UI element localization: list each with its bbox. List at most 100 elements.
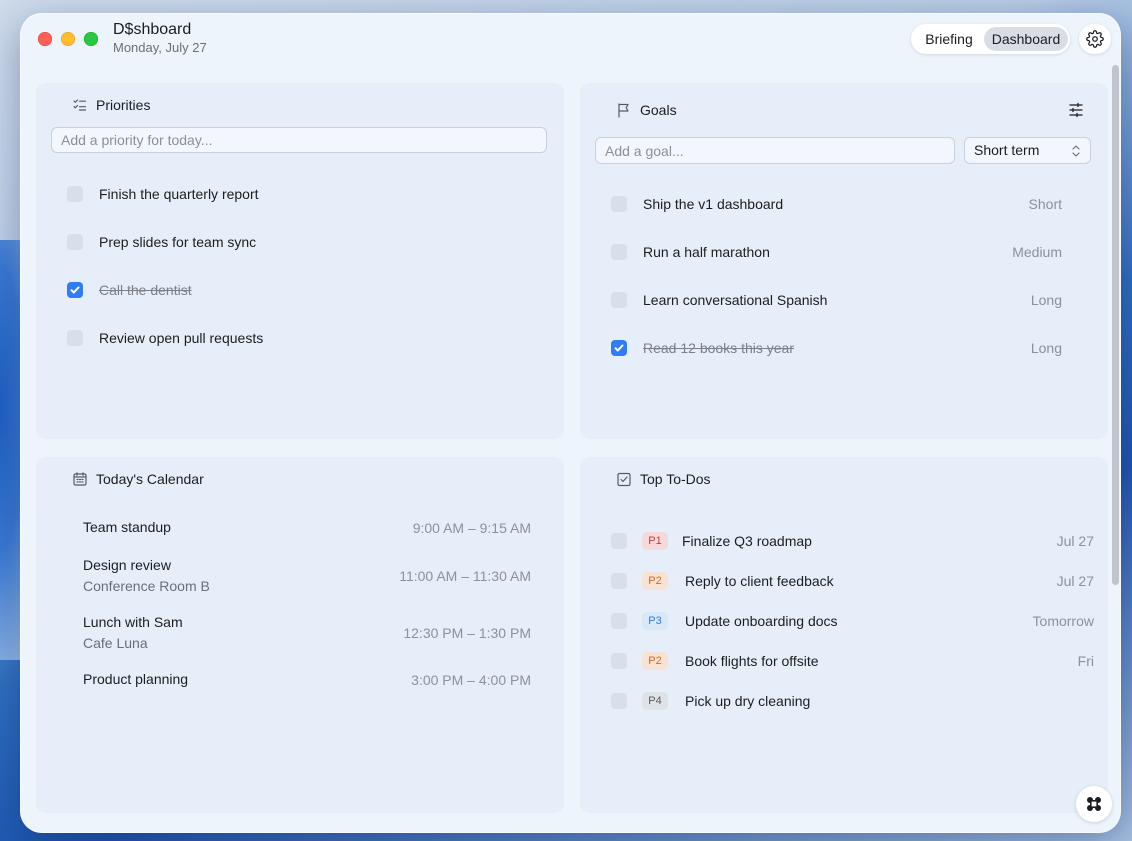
todo-checkbox[interactable] <box>611 573 627 589</box>
goal-text: Run a half marathon <box>643 244 770 260</box>
priority-badge: P2 <box>642 652 668 670</box>
todo-due: Fri <box>1077 653 1094 669</box>
priority-text: Finish the quarterly report <box>99 186 259 202</box>
goals-header: Goals <box>616 102 677 118</box>
priority-text: Call the dentist <box>99 282 192 298</box>
goal-term: Long <box>1030 340 1062 356</box>
todo-text: Finalize Q3 roadmap <box>682 533 812 549</box>
priority-checkbox[interactable] <box>67 282 83 298</box>
priority-badge: P1 <box>642 532 668 550</box>
priorities-panel: Priorities Finish the quarterly report P… <box>36 83 564 439</box>
goal-term-select[interactable]: Short term <box>964 137 1091 164</box>
goal-checkbox[interactable] <box>611 196 627 212</box>
goal-item: Run a half marathon Medium <box>580 240 1108 264</box>
sliders-icon <box>1069 102 1083 118</box>
briefing-tab[interactable]: Briefing <box>915 27 983 51</box>
view-switcher: Briefing Dashboard <box>911 24 1070 54</box>
titlebar: D$shboard Monday, July 27 Briefing Dashb… <box>20 13 1121 73</box>
calendar-event[interactable]: Product planning 3:00 PM – 4:00 PM <box>83 671 531 688</box>
priority-badge: P3 <box>642 612 668 630</box>
calendar-event[interactable]: Team standup 9:00 AM – 9:15 AM <box>83 519 531 536</box>
calendar-header: Today's Calendar <box>72 471 204 487</box>
event-time: 9:00 AM – 9:15 AM <box>412 520 531 536</box>
priority-item: Prep slides for team sync <box>36 230 564 254</box>
flag-icon <box>616 102 632 118</box>
todos-title: Top To-Dos <box>640 471 711 487</box>
checklist-icon <box>72 97 88 113</box>
goal-input[interactable] <box>595 137 955 164</box>
event-time: 12:30 PM – 1:30 PM <box>403 625 531 641</box>
goal-term: Long <box>1030 292 1062 308</box>
maximize-window-button[interactable] <box>84 32 98 46</box>
todo-text: Update onboarding docs <box>685 613 838 629</box>
goal-checkbox[interactable] <box>611 244 627 260</box>
calendar-panel: Today's Calendar Team standup 9:00 AM – … <box>36 457 564 813</box>
goal-text: Read 12 books this year <box>643 340 794 356</box>
todos-panel: Top To-Dos P1 Finalize Q3 roadmap Jul 27… <box>580 457 1108 813</box>
chevron-updown-icon <box>1072 145 1080 157</box>
close-window-button[interactable] <box>38 32 52 46</box>
goal-item: Read 12 books this year Long <box>580 336 1108 360</box>
priority-checkbox[interactable] <box>67 330 83 346</box>
priority-text: Review open pull requests <box>99 330 264 346</box>
event-time: 11:00 AM – 11:30 AM <box>399 568 531 584</box>
goal-term: Short <box>1028 196 1062 212</box>
todo-text: Reply to client feedback <box>685 573 834 589</box>
scrollbar[interactable] <box>1112 65 1119 585</box>
todo-text: Pick up dry cleaning <box>685 693 811 709</box>
priority-text: Prep slides for team sync <box>99 234 257 250</box>
priority-item: Review open pull requests <box>36 326 564 350</box>
minimize-window-button[interactable] <box>61 32 75 46</box>
todo-checkbox[interactable] <box>611 613 627 629</box>
priority-badge: P2 <box>642 572 668 590</box>
todo-due: Jul 27 <box>1056 533 1094 549</box>
goal-text: Ship the v1 dashboard <box>643 196 784 212</box>
priority-checkbox[interactable] <box>67 234 83 250</box>
todo-due: Tomorrow <box>1032 613 1094 629</box>
command-button[interactable] <box>1076 786 1112 822</box>
gear-icon <box>1086 30 1104 48</box>
calendar-event[interactable]: Lunch with Sam Cafe Luna 12:30 PM – 1:30… <box>83 614 531 651</box>
priority-item: Finish the quarterly report <box>36 182 564 206</box>
dashboard-tab[interactable]: Dashboard <box>984 27 1068 51</box>
calendar-event[interactable]: Design review Conference Room B 11:00 AM… <box>83 557 531 594</box>
app-title: D$shboard <box>113 21 192 38</box>
app-date: Monday, July 27 <box>113 40 207 55</box>
goals-panel: Goals Short term Ship the v1 dashboard S… <box>580 83 1108 439</box>
todo-item: P1 Finalize Q3 roadmap Jul 27 <box>580 529 1108 553</box>
checkbox-icon <box>616 471 632 487</box>
app-window: D$shboard Monday, July 27 Briefing Dashb… <box>20 13 1121 833</box>
goals-title: Goals <box>640 102 677 118</box>
settings-button[interactable] <box>1079 24 1111 54</box>
checkmark-icon <box>70 286 80 294</box>
calendar-icon <box>72 471 88 487</box>
todo-checkbox[interactable] <box>611 533 627 549</box>
goal-checkbox[interactable] <box>611 292 627 308</box>
priorities-title: Priorities <box>96 97 151 113</box>
todo-checkbox[interactable] <box>611 693 627 709</box>
goals-filter-button[interactable] <box>1067 101 1085 119</box>
priority-input[interactable] <box>51 127 547 153</box>
todos-header: Top To-Dos <box>616 471 711 487</box>
goal-checkbox[interactable] <box>611 340 627 356</box>
todo-checkbox[interactable] <box>611 653 627 669</box>
todo-item: P4 Pick up dry cleaning <box>580 689 1108 713</box>
todo-item: P2 Book flights for offsite Fri <box>580 649 1108 673</box>
goal-text: Learn conversational Spanish <box>643 292 828 308</box>
goal-term-value: Short term <box>974 142 1040 158</box>
checkmark-icon <box>614 344 624 352</box>
goal-item: Learn conversational Spanish Long <box>580 288 1108 312</box>
goal-item: Ship the v1 dashboard Short <box>580 192 1108 216</box>
event-time: 3:00 PM – 4:00 PM <box>411 672 531 688</box>
calendar-title: Today's Calendar <box>96 471 204 487</box>
goal-term: Medium <box>1012 244 1062 260</box>
todo-item: P2 Reply to client feedback Jul 27 <box>580 569 1108 593</box>
todo-item: P3 Update onboarding docs Tomorrow <box>580 609 1108 633</box>
todo-text: Book flights for offsite <box>685 653 819 669</box>
todo-due: Jul 27 <box>1056 573 1094 589</box>
priority-item: Call the dentist <box>36 278 564 302</box>
priority-badge: P4 <box>642 692 668 710</box>
priorities-header: Priorities <box>72 97 150 113</box>
command-icon <box>1087 797 1101 811</box>
priority-checkbox[interactable] <box>67 186 83 202</box>
